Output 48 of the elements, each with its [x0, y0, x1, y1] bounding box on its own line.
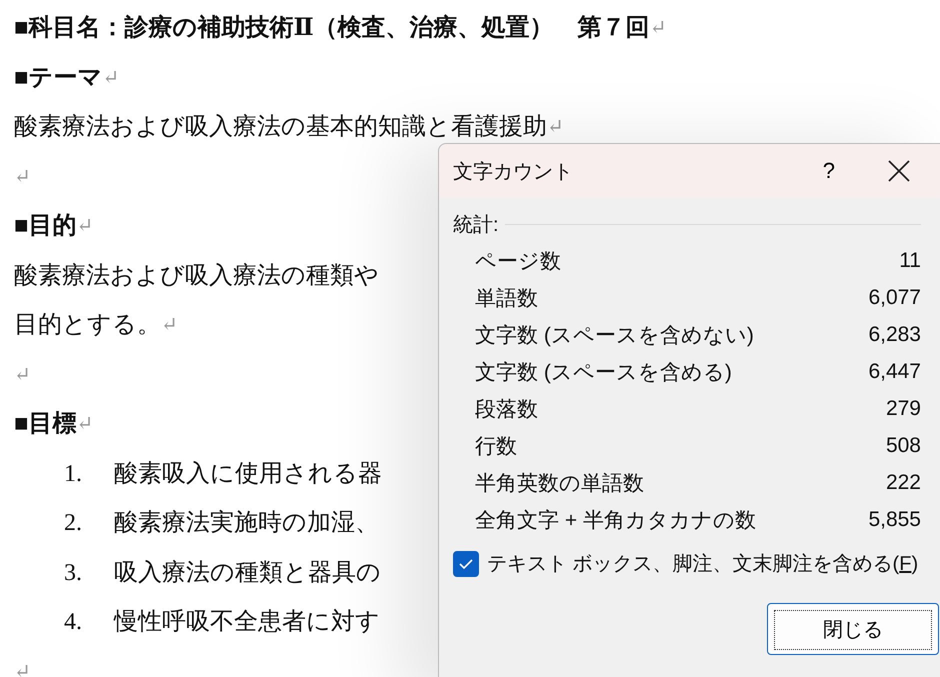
stat-label: ページ数 — [475, 248, 561, 274]
stat-value: 6,447 — [868, 360, 921, 384]
list-number: 4. — [64, 608, 83, 637]
list-item-text: 酸素療法実施時の加湿、 — [114, 508, 379, 538]
section-heading: ■目標 — [14, 410, 76, 439]
list-item-text: 吸入療法の種類と器具の — [114, 558, 381, 588]
stat-label: 単語数 — [475, 286, 538, 312]
section-heading: ■科目名：診療の補助技術Ⅱ（検査、治療、処置） 第７回 — [14, 13, 650, 43]
stat-value: 279 — [886, 396, 921, 420]
help-button[interactable]: ? — [822, 158, 835, 184]
stat-label: 文字数 (スペースを含めない) — [475, 322, 754, 348]
section-heading: ■テーマ — [14, 64, 102, 92]
close-icon[interactable] — [887, 159, 911, 183]
dialog-title: 文字カウント — [453, 160, 574, 184]
stat-label: 文字数 (スペースを含める) — [475, 360, 732, 386]
paragraph-mark: ↵ — [76, 214, 94, 239]
stat-label: 行数 — [475, 434, 517, 460]
stat-label: 段落数 — [475, 396, 538, 422]
stat-label: 全角文字 + 半角カタカナの数 — [475, 508, 756, 534]
paragraph-mark: ↵ — [650, 16, 666, 41]
stat-value: 6,283 — [868, 322, 921, 346]
list-item-text: 慢性呼吸不全患者に対す — [114, 608, 380, 637]
stat-value: 5,855 — [868, 508, 921, 532]
paragraph-mark: ↵ — [102, 66, 120, 90]
list-item-text: 酸素吸入に使用される器 — [114, 460, 382, 488]
section-label: 統計: — [453, 212, 499, 238]
paragraph-mark: ↵ — [547, 115, 564, 140]
list-number: 2. — [64, 509, 83, 538]
close-button[interactable]: 閉じる — [767, 603, 939, 655]
stat-value: 508 — [886, 434, 921, 458]
stat-label: 半角英数の単語数 — [475, 470, 644, 496]
paragraph-mark: ↵ — [14, 362, 31, 388]
body-text: 目的とする。 — [14, 311, 161, 340]
list-number: 1. — [64, 460, 83, 488]
stat-value: 6,077 — [868, 286, 921, 310]
paragraph-mark: ↵ — [161, 313, 178, 338]
checkmark-icon — [459, 558, 473, 568]
body-text: 酸素療法および吸入療法の種類や — [14, 262, 379, 290]
checkbox-label[interactable]: テキスト ボックス、脚注、文末脚注を含める(F) — [487, 550, 918, 577]
paragraph-mark: ↵ — [14, 164, 31, 190]
list-number: 3. — [64, 558, 83, 588]
paragraph-mark: ↵ — [14, 660, 31, 677]
stat-value: 222 — [886, 470, 921, 494]
checkbox[interactable] — [453, 550, 479, 576]
section-heading: ■目的 — [14, 212, 76, 241]
body-text: 酸素療法および吸入療法の基本的知識と看護援助 — [14, 113, 547, 142]
paragraph-mark: ↵ — [76, 412, 94, 437]
stat-value: 11 — [899, 248, 921, 272]
